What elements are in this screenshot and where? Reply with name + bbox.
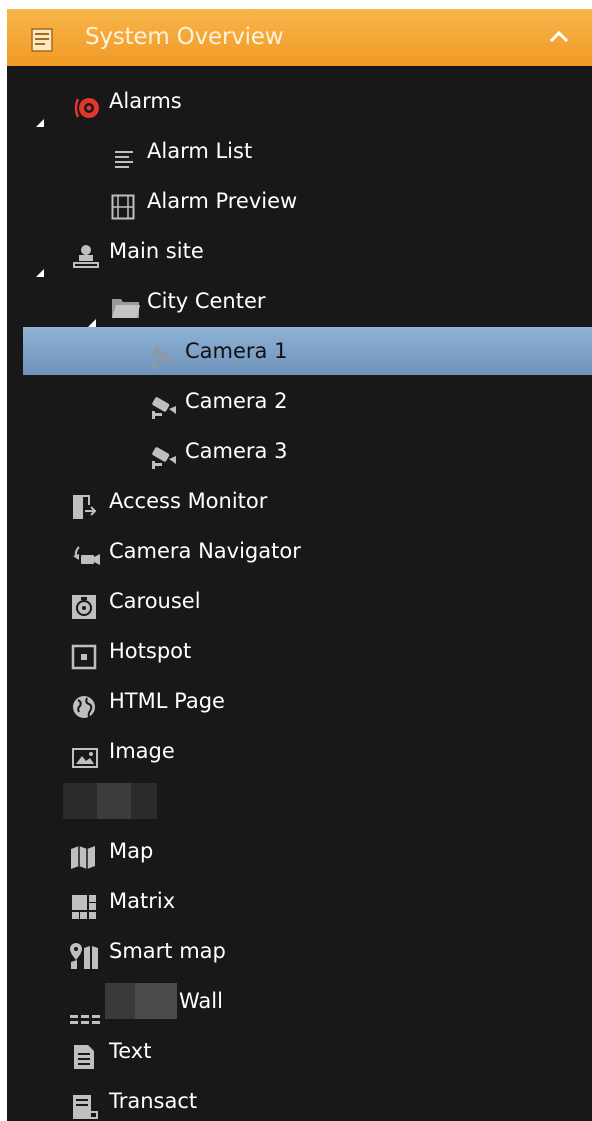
tree-label: Camera 3 — [185, 439, 288, 463]
smart-map-icon — [69, 939, 98, 969]
view-item-image[interactable]: Image — [7, 727, 592, 775]
camera-icon — [149, 389, 176, 419]
view-item-label: Wall — [179, 989, 223, 1013]
tree-label: Main site — [109, 239, 204, 263]
image-icon — [71, 739, 98, 768]
transact-icon — [71, 1089, 98, 1119]
camera-icon — [149, 339, 176, 369]
view-item-label: Access Monitor — [109, 489, 268, 513]
view-item-carousel[interactable]: Carousel — [7, 577, 592, 625]
view-item-label: Hotspot — [109, 639, 192, 663]
view-item-label: Matrix — [109, 889, 176, 913]
tree-node-camera-2[interactable]: Camera 2 — [7, 377, 592, 425]
view-item-hotspot[interactable]: Hotspot — [7, 627, 592, 675]
list-panel-icon — [31, 28, 53, 56]
view-item-label: Camera Navigator — [109, 539, 301, 563]
panel-title: System Overview — [85, 24, 284, 50]
view-item-redacted[interactable] — [7, 777, 592, 825]
redacted-block — [97, 783, 131, 819]
tree-node-alarms[interactable]: Alarms — [7, 77, 592, 127]
folder-icon — [111, 289, 140, 318]
panel-header[interactable]: System Overview — [7, 9, 592, 66]
hotspot-icon — [71, 639, 97, 670]
chevron-up-icon[interactable] — [547, 27, 571, 51]
tree-label: Camera 1 — [185, 339, 288, 363]
tree-label: Alarm Preview — [147, 189, 298, 213]
view-item-label: Image — [109, 739, 175, 763]
tree-node-city-center[interactable]: City Center — [7, 277, 592, 327]
tree-label: Alarm List — [147, 139, 253, 163]
matrix-icon — [71, 889, 97, 919]
view-item-matrix[interactable]: Matrix — [7, 877, 592, 925]
tree-node-camera-3[interactable]: Camera 3 — [7, 427, 592, 475]
view-item-label: Map — [109, 839, 154, 863]
view-item-smart-map[interactable]: Smart map — [7, 927, 592, 975]
tree-label: Camera 2 — [185, 389, 288, 413]
redacted-block — [135, 983, 177, 1019]
tree-label: Alarms — [109, 89, 182, 113]
video-wall-icon — [69, 995, 100, 1024]
view-item-text[interactable]: Text — [7, 1027, 592, 1075]
view-item-label: HTML Page — [109, 689, 225, 713]
tree-node-main-site[interactable]: Main site — [7, 227, 592, 277]
view-item-label: Carousel — [109, 589, 201, 613]
view-item-wall[interactable]: Wall — [7, 977, 592, 1025]
tree-node-camera-1[interactable]: Camera 1 — [23, 327, 592, 375]
door-icon — [71, 489, 97, 519]
list-icon — [113, 139, 139, 168]
text-icon — [73, 1039, 99, 1069]
view-item-access-monitor[interactable]: Access Monitor — [7, 477, 592, 525]
tree-node-alarm-preview[interactable]: Alarm Preview — [7, 177, 592, 225]
view-item-label: Smart map — [109, 939, 226, 963]
view-item-label: Text — [109, 1039, 152, 1063]
view-item-html-page[interactable]: HTML Page — [7, 677, 592, 725]
tree-node-alarm-list[interactable]: Alarm List — [7, 127, 592, 175]
site-server-icon — [71, 239, 99, 268]
view-item-camera-navigator[interactable]: Camera Navigator — [7, 527, 592, 575]
carousel-icon — [71, 589, 97, 619]
view-item-label: Transact — [109, 1089, 198, 1113]
film-icon — [111, 189, 137, 220]
camera-icon — [149, 439, 176, 469]
alarm-icon — [73, 89, 99, 118]
system-overview-panel: System Overview Alarms Alarm List Alarm … — [7, 9, 592, 1121]
globe-icon — [71, 689, 97, 718]
camera-navigator-icon — [71, 539, 100, 565]
tree-label: City Center — [147, 289, 266, 313]
view-item-map[interactable]: Map — [7, 827, 592, 875]
map-icon — [69, 839, 95, 869]
view-item-transact[interactable]: Transact — [7, 1077, 592, 1121]
